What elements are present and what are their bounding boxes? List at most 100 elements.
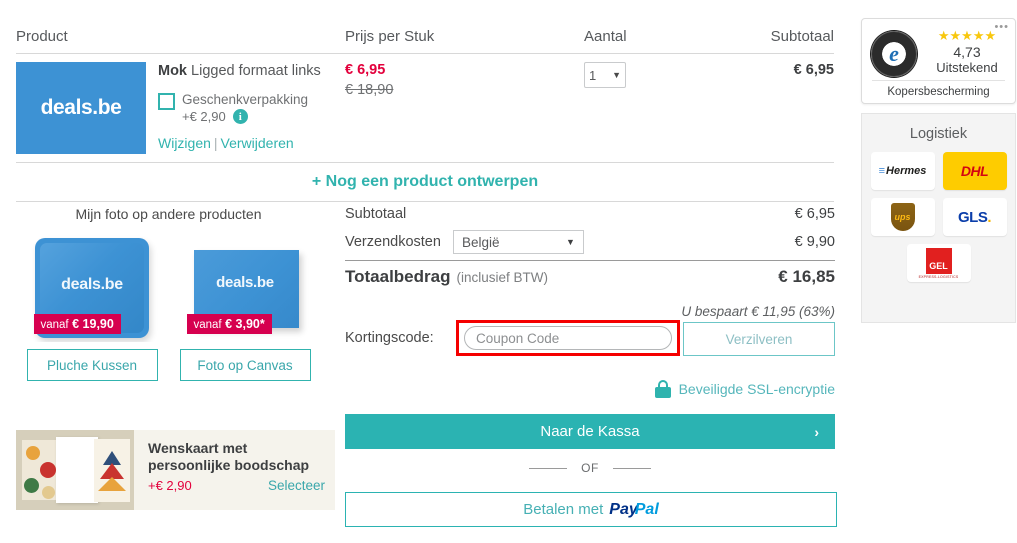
redeem-coupon-button[interactable]: Verzilveren <box>683 322 835 356</box>
card-dot-orange <box>26 446 40 460</box>
cross-sell-section: Mijn foto op andere producten deals.be v… <box>16 206 321 381</box>
card-tree-bottom <box>98 477 126 491</box>
summary-shipping-label: Verzendkosten <box>345 234 441 250</box>
gls-dot: . <box>987 208 991 226</box>
shipping-country-select[interactable]: België ▼ <box>452 230 584 254</box>
logistics-title: Logistiek <box>909 126 968 142</box>
canvas-button-label: Foto op Canvas <box>197 357 293 373</box>
summary-shipping-row: Verzendkosten België ▼ € 9,90 <box>345 228 835 256</box>
ups-shield-icon: ups <box>890 203 915 231</box>
coupon-input[interactable]: Coupon Code <box>464 326 672 350</box>
product-price-cell: € 6,95 € 18,90 <box>345 62 393 98</box>
summary-subtotal-value: € 6,95 <box>794 206 835 222</box>
pillow-badge-price: € 19,90 <box>72 317 114 331</box>
edit-product-link[interactable]: Wijzigen <box>158 135 211 151</box>
product-details: Mok Ligged formaat links Geschenkverpakk… <box>158 62 358 151</box>
or-label: OF <box>581 461 599 475</box>
shipping-country-value: België <box>461 234 500 250</box>
coupon-label: Kortingscode: <box>345 330 434 346</box>
card-dot-green <box>24 478 39 493</box>
product-thumbnail-logo: deals.be <box>40 96 122 119</box>
product-title: Mok Ligged formaat links <box>158 62 358 80</box>
pillow-badge-prefix: vanaf <box>40 319 69 331</box>
carrier-logo-ups: ups <box>870 198 935 236</box>
cross-sell-heading: Mijn foto op andere producten <box>75 206 262 222</box>
logistics-carrier-grid: ≡Hermes DHL ups GLS. GEL EXPRESS-LOGISTI… <box>862 152 1015 282</box>
summary-savings-text: U bespaart € 11,95 (63%) <box>681 304 835 319</box>
checkout-button[interactable]: Naar de Kassa › <box>345 414 835 449</box>
ssl-notice: Beveiligde SSL-encryptie <box>345 378 835 400</box>
product-thumbnail[interactable]: deals.be <box>16 62 146 154</box>
header-product: Product <box>16 28 68 45</box>
hermes-label: Hermes <box>886 165 927 177</box>
summary-total-row: Totaalbedrag (inclusief BTW) € 16,85 <box>345 260 835 301</box>
pillow-image[interactable]: deals.be vanaf € 19,90 <box>27 232 158 342</box>
carrier-logo-hermes: ≡Hermes <box>870 152 935 190</box>
paypal-logo: PayPal <box>609 501 658 519</box>
canvas-button[interactable]: Foto op Canvas <box>179 349 311 381</box>
cross-sell-tile-canvas[interactable]: deals.be vanaf € 3,90* Foto op Canvas <box>179 232 311 381</box>
gel-sublabel: EXPRESS-LOGISTICS <box>918 274 959 279</box>
redeem-coupon-label: Verzilveren <box>725 331 793 347</box>
buyer-protection-label: Kopersbescherming <box>887 86 990 98</box>
card-right-panel <box>94 439 130 502</box>
giftwrap-checkbox[interactable] <box>158 93 175 110</box>
summary-subtotal-label: Subtotaal <box>345 206 407 222</box>
or-rule-left <box>529 467 568 469</box>
shopping-cart-page: Product Prijs per Stuk Aantal Subtotaal … <box>0 0 1017 543</box>
ups-label: ups <box>894 212 911 222</box>
add-another-product-button[interactable]: + Nog een product ontwerpen <box>16 162 834 202</box>
seal-ring <box>871 31 917 77</box>
trusted-shops-badge[interactable]: ••• e ★★★★★ 4,73 Uitstekend Kopersbesche… <box>861 18 1016 104</box>
link-separator: | <box>213 135 218 151</box>
badge-divider <box>872 80 1005 81</box>
canvas-logo: deals.be <box>216 274 274 291</box>
lock-body <box>654 387 671 398</box>
greeting-card-select-link[interactable]: Selecteer <box>268 478 325 493</box>
summary-total-label: Totaalbedrag <box>345 267 451 286</box>
product-name: Mok <box>158 63 187 79</box>
header-subtotal: Subtotaal <box>770 28 834 45</box>
giftwrap-label: Geschenkverpakking <box>182 92 309 107</box>
trusted-shops-seal-icon: e <box>871 31 917 77</box>
cart-item-row: deals.be Mok Ligged formaat links Gesche… <box>16 62 834 162</box>
hermes-bars-icon: ≡ <box>878 165 886 177</box>
gel-box-icon: GEL <box>925 247 952 274</box>
giftwrap-price-row: +€ 2,90 i <box>182 109 308 124</box>
product-subtotal: € 6,95 <box>793 62 834 78</box>
remove-product-link[interactable]: Verwijderen <box>221 135 294 151</box>
quantity-select[interactable]: 1 ▼ <box>584 62 626 88</box>
pillow-button-label: Pluche Kussen <box>46 357 138 373</box>
checkout-button-label: Naar de Kassa <box>540 423 640 440</box>
card-dot-red <box>40 462 56 478</box>
header-quantity: Aantal <box>584 28 627 45</box>
product-price-current: € 6,95 <box>345 62 386 78</box>
giftwrap-option[interactable]: Geschenkverpakking +€ 2,90 i <box>158 91 358 124</box>
canvas-image[interactable]: deals.be vanaf € 3,90* <box>180 232 311 342</box>
greeting-card-text: Wenskaart met persoonlijke boodschap +€ … <box>134 430 335 510</box>
trusted-shops-rating: ★★★★★ 4,73 Uitstekend <box>924 28 1010 76</box>
chevron-right-icon: › <box>814 423 819 440</box>
greeting-card-footer: +€ 2,90 Selecteer <box>148 478 325 493</box>
or-rule-right <box>612 467 651 469</box>
summary-shipping-value: € 9,90 <box>794 234 835 250</box>
paypal-button[interactable]: Betalen met PayPal <box>345 492 837 527</box>
pillow-logo: deals.be <box>61 276 123 293</box>
greeting-card-promo[interactable]: Wenskaart met persoonlijke boodschap +€ … <box>16 430 335 510</box>
rating-score: 4,73 <box>953 44 981 60</box>
dhl-label: DHL <box>960 163 989 179</box>
cross-sell-tile-pillow[interactable]: deals.be vanaf € 19,90 Pluche Kussen <box>26 232 158 381</box>
gel-logo: GEL EXPRESS-LOGISTICS <box>918 247 959 279</box>
summary-total-note: (inclusief BTW) <box>456 270 548 285</box>
pillow-button[interactable]: Pluche Kussen <box>26 349 158 381</box>
info-icon[interactable]: i <box>232 109 248 124</box>
paypal-logo-pay: Pay <box>609 500 638 518</box>
star-rating-icon: ★★★★★ <box>937 28 997 43</box>
sidebar: ••• e ★★★★★ 4,73 Uitstekend Kopersbesche… <box>858 0 1017 543</box>
canvas-badge-price: € 3,90* <box>225 317 265 331</box>
logistics-panel: Logistiek ≡Hermes DHL ups GLS. GEL EXPRE… <box>861 113 1016 323</box>
lock-icon <box>654 380 671 398</box>
pillow-price-badge: vanaf € 19,90 <box>33 314 121 334</box>
header-price: Prijs per Stuk <box>345 28 435 45</box>
product-price-original: € 18,90 <box>345 82 394 98</box>
